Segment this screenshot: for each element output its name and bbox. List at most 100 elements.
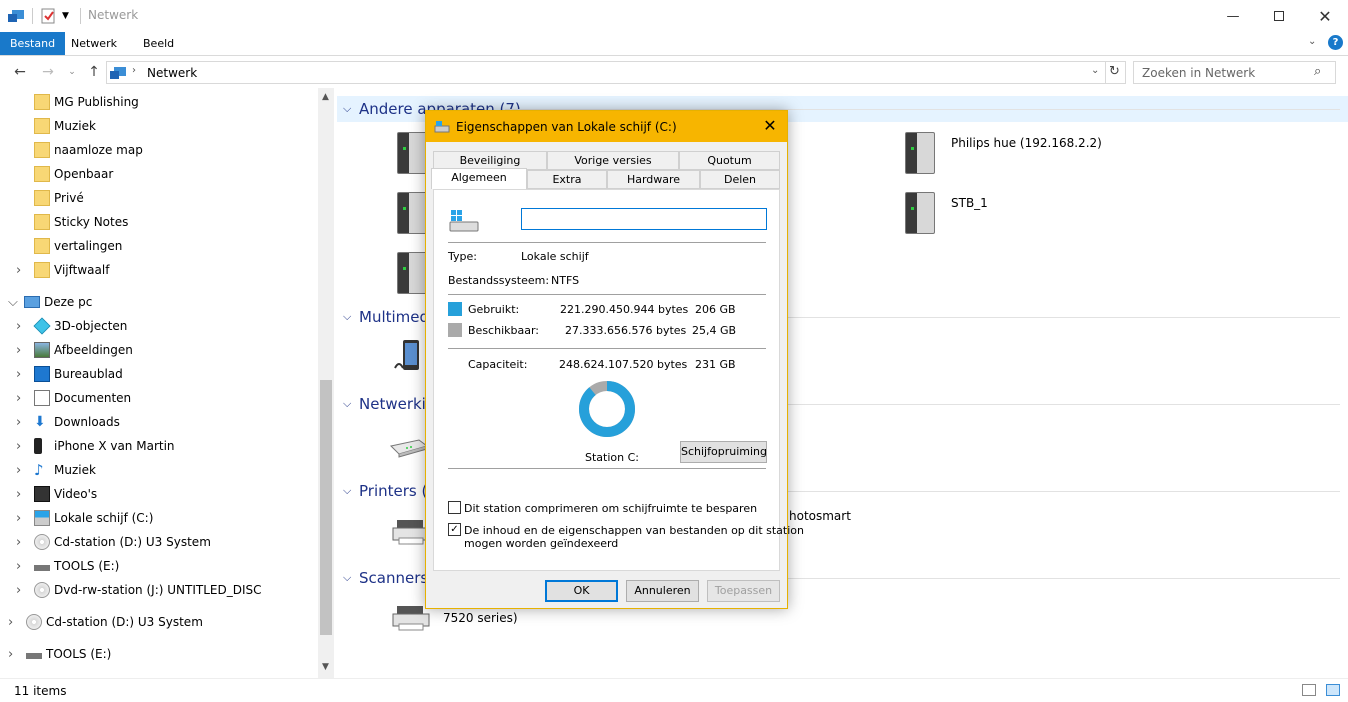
- nav-item[interactable]: › iPhone X van Martin: [0, 434, 320, 458]
- usb-drive-icon: [34, 565, 50, 571]
- server-icon[interactable]: [905, 132, 935, 174]
- chevron-down-icon[interactable]: ⌵: [8, 295, 18, 310]
- forward-button[interactable]: →: [38, 62, 58, 82]
- nav-item[interactable]: › Vijftwaalf: [0, 258, 320, 282]
- nav-item[interactable]: MG Publishing: [0, 90, 320, 114]
- ok-button[interactable]: OK: [545, 580, 618, 602]
- folder-icon: [34, 262, 50, 278]
- nav-item-label: Muziek: [54, 119, 96, 133]
- chevron-right-icon[interactable]: ›: [16, 463, 21, 478]
- nav-item[interactable]: › Cd-station (D:) U3 System: [0, 610, 320, 634]
- expand-ribbon-icon[interactable]: ⌄: [1308, 36, 1316, 47]
- chevron-right-icon[interactable]: ›: [16, 263, 21, 278]
- nav-item[interactable]: › Lokale schijf (C:): [0, 506, 320, 530]
- network-window-icon[interactable]: [8, 6, 26, 26]
- tab-netwerk[interactable]: Netwerk: [61, 32, 127, 55]
- quick-access-dropdown-icon[interactable]: ▼: [62, 6, 69, 26]
- large-icons-view-icon[interactable]: [1326, 684, 1340, 696]
- nav-item[interactable]: naamloze map: [0, 138, 320, 162]
- dialog-close-button[interactable]: ✕: [758, 115, 782, 137]
- chevron-right-icon[interactable]: ›: [16, 439, 21, 454]
- nav-item[interactable]: Openbaar: [0, 162, 320, 186]
- device-label-7520[interactable]: 7520 series): [443, 611, 518, 625]
- chevron-right-icon[interactable]: ›: [16, 319, 21, 334]
- nav-item[interactable]: › ⬇ Downloads: [0, 410, 320, 434]
- refresh-icon[interactable]: ↻: [1109, 64, 1120, 79]
- nav-item[interactable]: › Afbeeldingen: [0, 338, 320, 362]
- router-icon[interactable]: [389, 434, 429, 458]
- tab-delen[interactable]: Delen: [700, 170, 780, 189]
- back-button[interactable]: ←: [10, 62, 30, 82]
- properties-quick-icon[interactable]: [40, 6, 56, 26]
- details-view-icon[interactable]: [1302, 684, 1316, 696]
- server-icon[interactable]: [905, 192, 935, 234]
- nav-scrollbar-thumb[interactable]: [320, 380, 332, 635]
- nav-item[interactable]: › Video's: [0, 482, 320, 506]
- nav-item[interactable]: ⌵ Deze pc: [0, 290, 320, 314]
- maximize-button[interactable]: [1256, 0, 1302, 32]
- media-device-icon[interactable]: [393, 338, 423, 376]
- tab-algemeen[interactable]: Algemeen: [431, 168, 527, 189]
- compress-checkbox[interactable]: [448, 501, 461, 514]
- search-icon[interactable]: ⌕: [1314, 64, 1321, 79]
- disk-cleanup-button[interactable]: Schijfopruiming: [680, 441, 767, 463]
- chevron-right-icon[interactable]: ›: [16, 583, 21, 598]
- chevron-right-icon[interactable]: ›: [16, 415, 21, 430]
- search-input[interactable]: Zoeken in Netwerk ⌕: [1133, 61, 1336, 84]
- nav-item-label: Openbaar: [54, 167, 114, 181]
- chevron-right-icon[interactable]: ›: [8, 647, 13, 662]
- nav-item[interactable]: › Cd-station (D:) U3 System: [0, 530, 320, 554]
- nav-item[interactable]: vertalingen: [0, 234, 320, 258]
- nav-item[interactable]: › Documenten: [0, 386, 320, 410]
- help-icon[interactable]: ?: [1328, 35, 1343, 50]
- device-label-philips-hue[interactable]: Philips hue (192.168.2.2): [951, 136, 1102, 150]
- tab-beeld[interactable]: Beeld: [133, 32, 184, 55]
- nav-item[interactable]: › Dvd-rw-station (J:) UNTITLED_DISC: [0, 578, 320, 602]
- nav-item[interactable]: Privé: [0, 186, 320, 210]
- nav-item[interactable]: Sticky Notes: [0, 210, 320, 234]
- download-icon: ⬇: [34, 414, 46, 430]
- drive-name-input[interactable]: [521, 208, 767, 230]
- minimize-button[interactable]: —: [1210, 0, 1256, 32]
- device-label-stb[interactable]: STB_1: [951, 196, 988, 210]
- chevron-right-icon[interactable]: ›: [16, 487, 21, 502]
- nav-item[interactable]: › TOOLS (E:): [0, 554, 320, 578]
- up-button[interactable]: ↑: [84, 62, 104, 82]
- server-icon[interactable]: [397, 132, 427, 174]
- nav-item[interactable]: › 3D-objecten: [0, 314, 320, 338]
- server-icon[interactable]: [397, 252, 427, 294]
- close-button[interactable]: ✕: [1302, 0, 1348, 32]
- device-label-photosmart[interactable]: hotosmart: [789, 509, 851, 523]
- server-icon[interactable]: [397, 192, 427, 234]
- arrow-left-icon: ←: [14, 64, 26, 80]
- nav-item-label: TOOLS (E:): [54, 559, 120, 573]
- chevron-right-icon[interactable]: ›: [8, 615, 13, 630]
- apply-button[interactable]: Toepassen: [707, 580, 780, 602]
- tab-extra[interactable]: Extra: [527, 170, 607, 189]
- address-bar[interactable]: › Netwerk ⌄ ↻: [106, 61, 1126, 84]
- chevron-right-icon[interactable]: ›: [16, 367, 21, 382]
- tab-vorige-versies[interactable]: Vorige versies: [547, 151, 679, 170]
- nav-item[interactable]: Muziek: [0, 114, 320, 138]
- recent-locations-button[interactable]: ⌄: [62, 62, 82, 82]
- nav-item[interactable]: › TOOLS (E:): [0, 642, 320, 666]
- chevron-right-icon[interactable]: ›: [16, 535, 21, 550]
- tab-quotum[interactable]: Quotum: [679, 151, 780, 170]
- breadcrumb[interactable]: Netwerk: [147, 66, 197, 80]
- chevron-right-icon[interactable]: ›: [16, 343, 21, 358]
- chevron-right-icon[interactable]: ›: [16, 511, 21, 526]
- nav-item[interactable]: › Bureaublad: [0, 362, 320, 386]
- drive-icon: [434, 120, 450, 137]
- nav-item-label: Bureaublad: [54, 367, 123, 381]
- cancel-button[interactable]: Annuleren: [626, 580, 699, 602]
- index-checkbox[interactable]: ✓: [448, 523, 461, 536]
- address-dropdown-icon[interactable]: ⌄: [1091, 65, 1099, 76]
- dialog-title-bar[interactable]: Eigenschappen van Lokale schijf (C:) ✕: [426, 111, 787, 142]
- chevron-right-icon[interactable]: ›: [16, 391, 21, 406]
- tab-hardware[interactable]: Hardware: [607, 170, 700, 189]
- nav-item[interactable]: › ♪ Muziek: [0, 458, 320, 482]
- chevron-right-icon[interactable]: ›: [16, 559, 21, 574]
- minimize-icon: —: [1226, 8, 1240, 24]
- tab-bestand[interactable]: Bestand: [0, 32, 66, 55]
- address-row: ← → ⌄ ↑ › Netwerk ⌄ ↻ Zoeken in Netwerk …: [0, 57, 1348, 87]
